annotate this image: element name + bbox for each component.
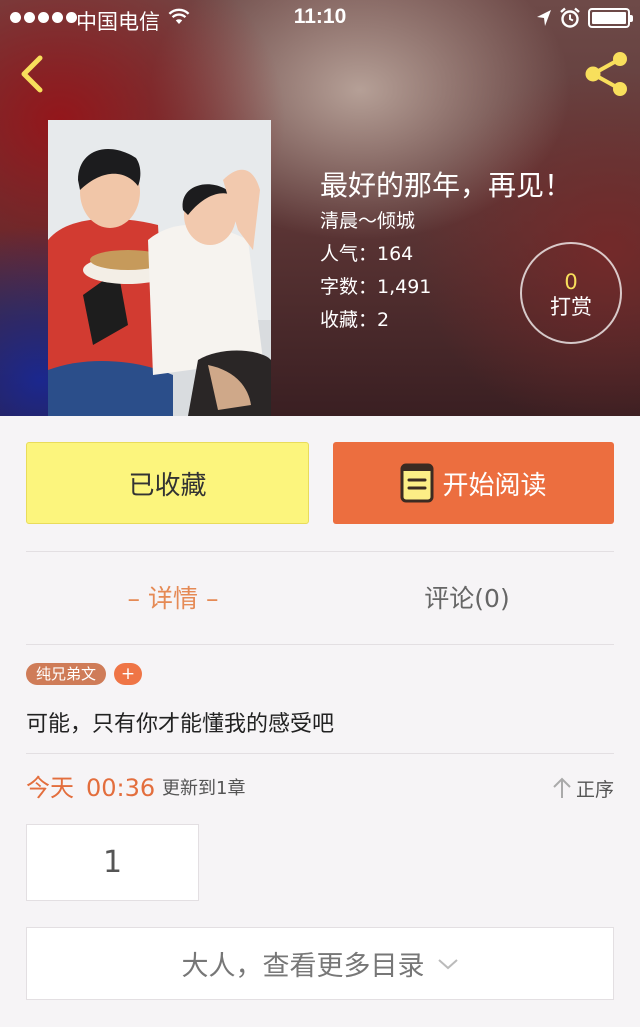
arrow-up-icon <box>553 777 571 798</box>
book-icon <box>400 463 434 503</box>
share-icon <box>585 52 627 96</box>
location-arrow-icon <box>537 10 551 26</box>
book-description: 可能，只有你才能懂我的感受吧 <box>26 712 335 737</box>
chapter-item[interactable]: 1 <box>26 824 199 901</box>
share-button[interactable] <box>580 50 632 98</box>
tag-row: 纯兄弟文 + <box>26 663 143 685</box>
chevron-left-icon <box>21 55 43 93</box>
start-reading-label: 开始阅读 <box>442 470 547 501</box>
tip-button[interactable]: 0 打赏 <box>520 242 622 344</box>
update-day: 今天 <box>26 774 74 802</box>
tag-chip[interactable]: 纯兄弟文 <box>26 663 107 685</box>
book-cover[interactable] <box>48 120 271 416</box>
book-header: 中国电信 11:10 最好的那年，再见！ 清晨～倾城 人气：164 字数：1,4… <box>0 0 640 416</box>
divider <box>26 753 614 754</box>
divider <box>26 644 614 645</box>
update-time: 00:36 <box>86 774 156 802</box>
update-text: 更新到1章 <box>162 778 246 799</box>
tab-detail[interactable]: – 详情 – <box>26 576 320 622</box>
divider <box>26 551 614 552</box>
sort-order-button[interactable]: 正序 <box>552 770 614 806</box>
more-chapters-label: 大人，查看更多目录 <box>181 951 425 982</box>
back-button[interactable] <box>14 50 54 98</box>
start-reading-button[interactable]: 开始阅读 <box>333 442 614 524</box>
action-row: 已收藏 开始阅读 <box>26 442 614 524</box>
sort-order-label: 正序 <box>575 778 614 801</box>
update-row: 今天 00:36 更新到1章 正序 <box>26 770 614 806</box>
chevron-down-icon <box>437 958 458 969</box>
tab-comments[interactable]: 评论(0) <box>320 576 614 622</box>
battery-icon <box>588 8 633 28</box>
alarm-icon <box>560 7 580 28</box>
add-tag-button[interactable]: + <box>114 663 143 685</box>
more-chapters-button[interactable]: 大人，查看更多目录 <box>26 927 614 1000</box>
book-author[interactable]: 清晨～倾城 <box>320 210 572 232</box>
tip-count: 0 <box>564 270 578 294</box>
collect-button[interactable]: 已收藏 <box>26 442 309 524</box>
book-title: 最好的那年，再见！ <box>320 169 573 202</box>
cover-image <box>48 120 271 416</box>
status-bar: 中国电信 11:10 <box>0 0 640 38</box>
collect-label: 已收藏 <box>128 470 207 501</box>
tip-label: 打赏 <box>550 295 592 319</box>
